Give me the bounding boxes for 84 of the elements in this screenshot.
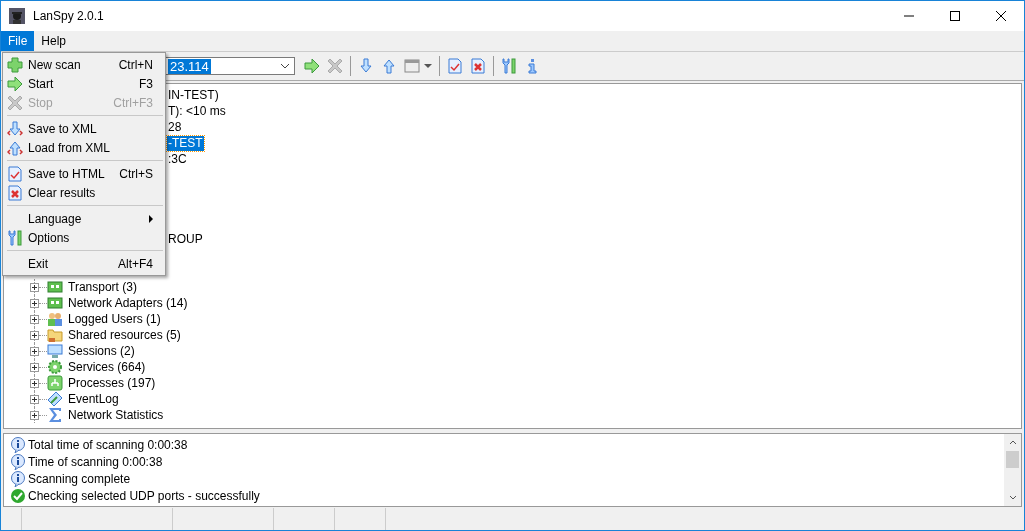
document-cross-icon — [7, 184, 23, 201]
log-message: Checking selected UDP ports - successfully — [28, 488, 260, 503]
up-arrow-icon — [7, 139, 23, 156]
maximize-icon[interactable] — [950, 11, 960, 21]
tree-item[interactable]: Processes (197) — [68, 375, 156, 391]
expand-icon[interactable] — [30, 362, 39, 372]
info-icon — [10, 436, 26, 453]
folder-icon — [47, 327, 63, 343]
close-icon[interactable] — [996, 11, 1006, 21]
document-check-icon — [7, 165, 23, 182]
tree-item[interactable]: :3C — [167, 151, 188, 167]
tree-item[interactable]: EventLog — [68, 391, 119, 407]
menu-item[interactable]: Save to XML — [3, 119, 165, 138]
network-card-icon — [47, 295, 63, 311]
menu-item[interactable]: Save to HTML Ctrl+S — [3, 164, 165, 183]
menu-item[interactable]: Options — [3, 228, 165, 247]
tree-item[interactable]: Network Adapters (14) — [68, 295, 188, 311]
menu-item[interactable]: File — [1, 31, 35, 51]
down-arrow-icon — [358, 58, 374, 74]
dropdown-icon[interactable] — [424, 64, 432, 68]
tree-item[interactable]: T): <10 ms — [167, 103, 227, 119]
expand-icon[interactable] — [30, 282, 39, 292]
menu-item[interactable]: Exit Alt+F4 — [3, 254, 165, 273]
toolbar-button[interactable] — [358, 58, 374, 74]
tree-item[interactable]: IN-TEST) — [167, 87, 220, 103]
tools-icon — [7, 229, 23, 246]
expand-icon[interactable] — [30, 298, 39, 308]
submenu-arrow-icon — [149, 214, 153, 223]
toolbar-button[interactable] — [304, 58, 320, 74]
scroll-down-icon[interactable] — [1008, 495, 1017, 500]
tree-item[interactable]: Network Statistics — [68, 407, 164, 423]
log-message: Scanning complete — [28, 471, 131, 486]
chevron-down-icon — [280, 63, 290, 69]
menu-item[interactable]: New scan Ctrl+N — [3, 55, 165, 74]
plus-icon — [7, 56, 23, 73]
window-title: LanSpy 2.0.1 — [33, 9, 104, 23]
tree-item[interactable]: -TEST — [167, 135, 204, 151]
sigma-icon — [47, 407, 63, 423]
cross-icon — [327, 58, 343, 74]
expand-icon[interactable] — [30, 346, 39, 356]
expand-icon[interactable] — [30, 330, 39, 340]
toolbar-button[interactable] — [447, 58, 463, 74]
toolbar-button[interactable] — [470, 58, 486, 74]
console-icon — [404, 58, 420, 74]
arrow-icon — [7, 75, 23, 92]
scrollbar[interactable] — [1004, 434, 1021, 506]
gear-icon — [47, 359, 63, 375]
menu-item[interactable]: Load from XML — [3, 138, 165, 157]
scroll-up-icon[interactable] — [1008, 440, 1017, 445]
users-icon — [47, 311, 63, 327]
tree-item[interactable]: 28 — [167, 119, 183, 135]
info-icon — [10, 470, 26, 487]
expand-icon[interactable] — [30, 394, 39, 404]
menu-item[interactable]: Clear results — [3, 183, 165, 202]
app-icon — [9, 8, 25, 24]
monitor-icon — [47, 343, 63, 359]
toolbar-button[interactable] — [501, 58, 517, 74]
tree-item[interactable]: Services (664) — [68, 359, 146, 375]
menu-item[interactable]: Start F3 — [3, 74, 165, 93]
menu-item[interactable]: Language — [3, 209, 165, 228]
down-arrow-icon — [7, 120, 23, 137]
hierarchy-icon — [47, 375, 63, 391]
expand-icon[interactable] — [30, 314, 39, 324]
expand-icon[interactable] — [30, 378, 39, 388]
log-message: Time of scanning 0:00:38 — [28, 454, 163, 469]
document-check-icon — [447, 58, 463, 74]
arrow-icon — [304, 58, 320, 74]
log-message: Total time of scanning 0:00:38 — [28, 437, 188, 452]
expand-icon[interactable] — [30, 410, 39, 420]
menu-item[interactable]: Help — [34, 31, 74, 51]
tree-item[interactable]: Transport (3) — [68, 279, 137, 295]
tree-item[interactable]: Shared resources (5) — [68, 327, 181, 343]
toolbar-button[interactable] — [381, 58, 397, 74]
document-cross-icon — [470, 58, 486, 74]
tree-item[interactable]: Sessions (2) — [68, 343, 135, 359]
tree-item[interactable]: Logged Users (1) — [68, 311, 161, 327]
network-card-icon — [47, 279, 63, 295]
up-arrow-icon — [381, 58, 397, 74]
tools-icon — [501, 58, 517, 74]
tree-item[interactable]: ROUP — [167, 231, 204, 247]
info-icon — [10, 453, 26, 470]
scroll-thumb[interactable] — [1006, 451, 1019, 468]
cross-icon — [7, 94, 23, 111]
check-icon — [10, 487, 26, 504]
